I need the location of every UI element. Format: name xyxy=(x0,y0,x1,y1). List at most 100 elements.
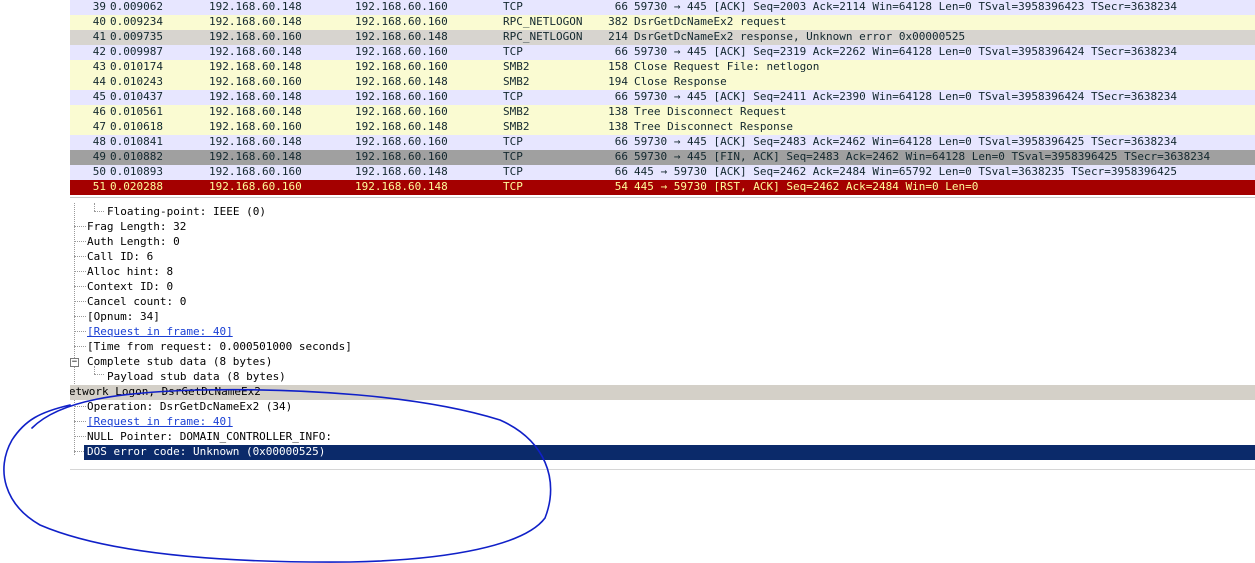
tree-item-payload-stub[interactable]: Payload stub data (8 bytes) xyxy=(70,370,1255,385)
packet-protocol: SMB2 xyxy=(503,105,530,118)
packet-row[interactable]: 48 0.010841 192.168.60.148 192.168.60.160 TC… xyxy=(70,135,1255,150)
packet-destination: 192.168.60.148 xyxy=(355,120,448,133)
packet-time: 0.009234 xyxy=(110,15,163,28)
packet-source: 192.168.60.160 xyxy=(209,180,302,193)
packet-number: 48 xyxy=(92,135,106,148)
packet-info: 59730 → 445 [FIN, ACK] Seq=2483 Ack=2462… xyxy=(634,150,1211,163)
packet-destination: 192.168.60.160 xyxy=(355,60,448,73)
packet-destination: 192.168.60.160 xyxy=(355,90,448,103)
packet-protocol: TCP xyxy=(503,180,523,193)
tree-item-label: DOS error code: Unknown (0x00000525) xyxy=(87,445,326,458)
tree-item-request-in-frame-2[interactable]: [Request in frame: 40] xyxy=(70,415,1255,430)
packet-row[interactable]: 46 0.010561 192.168.60.148 192.168.60.160 SM… xyxy=(70,105,1255,120)
packet-info: DsrGetDcNameEx2 request xyxy=(634,15,787,28)
wireshark-window: 39 0.009062 192.168.60.148 192.168.60.160 TC… xyxy=(0,0,1255,563)
tree-item-cancel-count[interactable]: Cancel count: 0 xyxy=(70,295,1255,310)
packet-list[interactable]: 39 0.009062 192.168.60.148 192.168.60.160 TC… xyxy=(70,0,1255,196)
tree-section-netlogon[interactable]: Microsoft Network Logon, DsrGetDcNameEx2 xyxy=(70,385,1255,400)
packet-protocol: TCP xyxy=(503,0,523,13)
packet-number: 40 xyxy=(92,15,106,28)
packet-source: 192.168.60.148 xyxy=(209,105,302,118)
tree-section-label: Microsoft Network Logon, DsrGetDcNameEx2 xyxy=(70,385,261,398)
packet-time: 0.020288 xyxy=(110,180,163,193)
packet-row[interactable]: 51 0.020288 192.168.60.160 192.168.60.148 TC… xyxy=(70,180,1255,195)
packet-number: 49 xyxy=(92,150,106,163)
packet-protocol: TCP xyxy=(503,45,523,58)
packet-length: 138 xyxy=(608,120,628,133)
packet-source: 192.168.60.148 xyxy=(209,15,302,28)
packet-destination: 192.168.60.148 xyxy=(355,30,448,43)
packet-info: 445 → 59730 [RST, ACK] Seq=2462 Ack=2484… xyxy=(634,180,979,193)
tree-item-request-in-frame[interactable]: [Request in frame: 40] xyxy=(70,325,1255,340)
tree-item-label: Cancel count: 0 xyxy=(87,295,187,308)
packet-number: 41 xyxy=(92,30,106,43)
request-frame-link[interactable]: [Request in frame: 40] xyxy=(87,415,233,429)
packet-length: 194 xyxy=(608,75,628,88)
packet-length: 66 xyxy=(614,165,628,178)
packet-source: 192.168.60.148 xyxy=(209,0,302,13)
packet-protocol: RPC_NETLOGON xyxy=(503,15,583,28)
packet-length: 214 xyxy=(608,30,628,43)
packet-number: 51 xyxy=(92,180,106,193)
packet-time: 0.010841 xyxy=(110,135,163,148)
packet-row[interactable]: 50 0.010893 192.168.60.160 192.168.60.148 TC… xyxy=(70,165,1255,180)
packet-protocol: SMB2 xyxy=(503,75,530,88)
packet-length: 138 xyxy=(608,105,628,118)
packet-protocol: SMB2 xyxy=(503,120,530,133)
packet-length: 66 xyxy=(614,150,628,163)
packet-row[interactable]: 45 0.010437 192.168.60.148 192.168.60.160 TC… xyxy=(70,90,1255,105)
packet-length: 382 xyxy=(608,15,628,28)
packet-number: 47 xyxy=(92,120,106,133)
packet-time: 0.009987 xyxy=(110,45,163,58)
tree-item-operation[interactable]: Operation: DsrGetDcNameEx2 (34) xyxy=(70,400,1255,415)
tree-item-frag-length[interactable]: Frag Length: 32 xyxy=(70,220,1255,235)
tree-item-time-from-request[interactable]: [Time from request: 0.000501000 seconds] xyxy=(70,340,1255,355)
packet-row[interactable]: 43 0.010174 192.168.60.148 192.168.60.160 SM… xyxy=(70,60,1255,75)
packet-source: 192.168.60.160 xyxy=(209,120,302,133)
tree-item-label: Call ID: 6 xyxy=(87,250,154,263)
collapse-icon[interactable]: − xyxy=(70,358,79,367)
tree-item-floating-point[interactable]: Floating-point: IEEE (0) xyxy=(70,205,1255,220)
tree-item-label: Alloc hint: 8 xyxy=(87,265,174,278)
packet-row[interactable]: 39 0.009062 192.168.60.148 192.168.60.160 TC… xyxy=(70,0,1255,15)
tree-item-context-id[interactable]: Context ID: 0 xyxy=(70,280,1255,295)
tree-item-complete-stub[interactable]: − Complete stub data (8 bytes) xyxy=(70,355,1255,370)
packet-protocol: SMB2 xyxy=(503,60,530,73)
tree-item-dos-error-selected[interactable]: DOS error code: Unknown (0x00000525) xyxy=(84,445,1255,460)
packet-length: 158 xyxy=(608,60,628,73)
packet-info: 59730 → 445 [ACK] Seq=2483 Ack=2462 Win=… xyxy=(634,135,1178,148)
packet-row[interactable]: 40 0.009234 192.168.60.148 192.168.60.160 RP… xyxy=(70,15,1255,30)
packet-row[interactable]: 42 0.009987 192.168.60.148 192.168.60.160 TC… xyxy=(70,45,1255,60)
tree-item-label: Payload stub data (8 bytes) xyxy=(107,370,286,383)
packet-length: 54 xyxy=(614,180,628,193)
packet-time: 0.010882 xyxy=(110,150,163,163)
packet-protocol: TCP xyxy=(503,135,523,148)
tree-item-auth-length[interactable]: Auth Length: 0 xyxy=(70,235,1255,250)
tree-item-alloc-hint[interactable]: Alloc hint: 8 xyxy=(70,265,1255,280)
packet-destination: 192.168.60.160 xyxy=(355,15,448,28)
tree-item-label: Floating-point: IEEE (0) xyxy=(107,205,266,218)
packet-info: 59730 → 445 [ACK] Seq=2003 Ack=2114 Win=… xyxy=(634,0,1178,13)
tree-item-null-pointer[interactable]: NULL Pointer: DOMAIN_CONTROLLER_INFO: xyxy=(70,430,1255,445)
packet-row[interactable]: 49 0.010882 192.168.60.148 192.168.60.160 TC… xyxy=(70,150,1255,165)
packet-time: 0.009735 xyxy=(110,30,163,43)
packet-row[interactable]: 41 0.009735 192.168.60.160 192.168.60.148 RP… xyxy=(70,30,1255,45)
packet-row[interactable]: 44 0.010243 192.168.60.160 192.168.60.148 SM… xyxy=(70,75,1255,90)
tree-item-label: [Time from request: 0.000501000 seconds] xyxy=(87,340,352,353)
tree-item-call-id[interactable]: Call ID: 6 xyxy=(70,250,1255,265)
request-frame-link[interactable]: [Request in frame: 40] xyxy=(87,325,233,339)
packet-number: 39 xyxy=(92,0,106,13)
tree-item-label: Complete stub data (8 bytes) xyxy=(87,355,273,368)
pane-bottom-border xyxy=(70,469,1255,470)
packet-row[interactable]: 47 0.010618 192.168.60.160 192.168.60.148 SM… xyxy=(70,120,1255,135)
packet-destination: 192.168.60.160 xyxy=(355,45,448,58)
packet-destination: 192.168.60.148 xyxy=(355,180,448,193)
packet-destination: 192.168.60.160 xyxy=(355,0,448,13)
packet-source: 192.168.60.148 xyxy=(209,135,302,148)
packet-time: 0.010437 xyxy=(110,90,163,103)
tree-item-opnum[interactable]: [Opnum: 34] xyxy=(70,310,1255,325)
packet-source: 192.168.60.148 xyxy=(209,60,302,73)
pane-divider[interactable] xyxy=(70,197,1255,198)
packet-info: DsrGetDcNameEx2 response, Unknown error … xyxy=(634,30,966,43)
packet-details-tree[interactable]: Floating-point: IEEE (0) Frag Length: 32… xyxy=(70,203,1255,473)
